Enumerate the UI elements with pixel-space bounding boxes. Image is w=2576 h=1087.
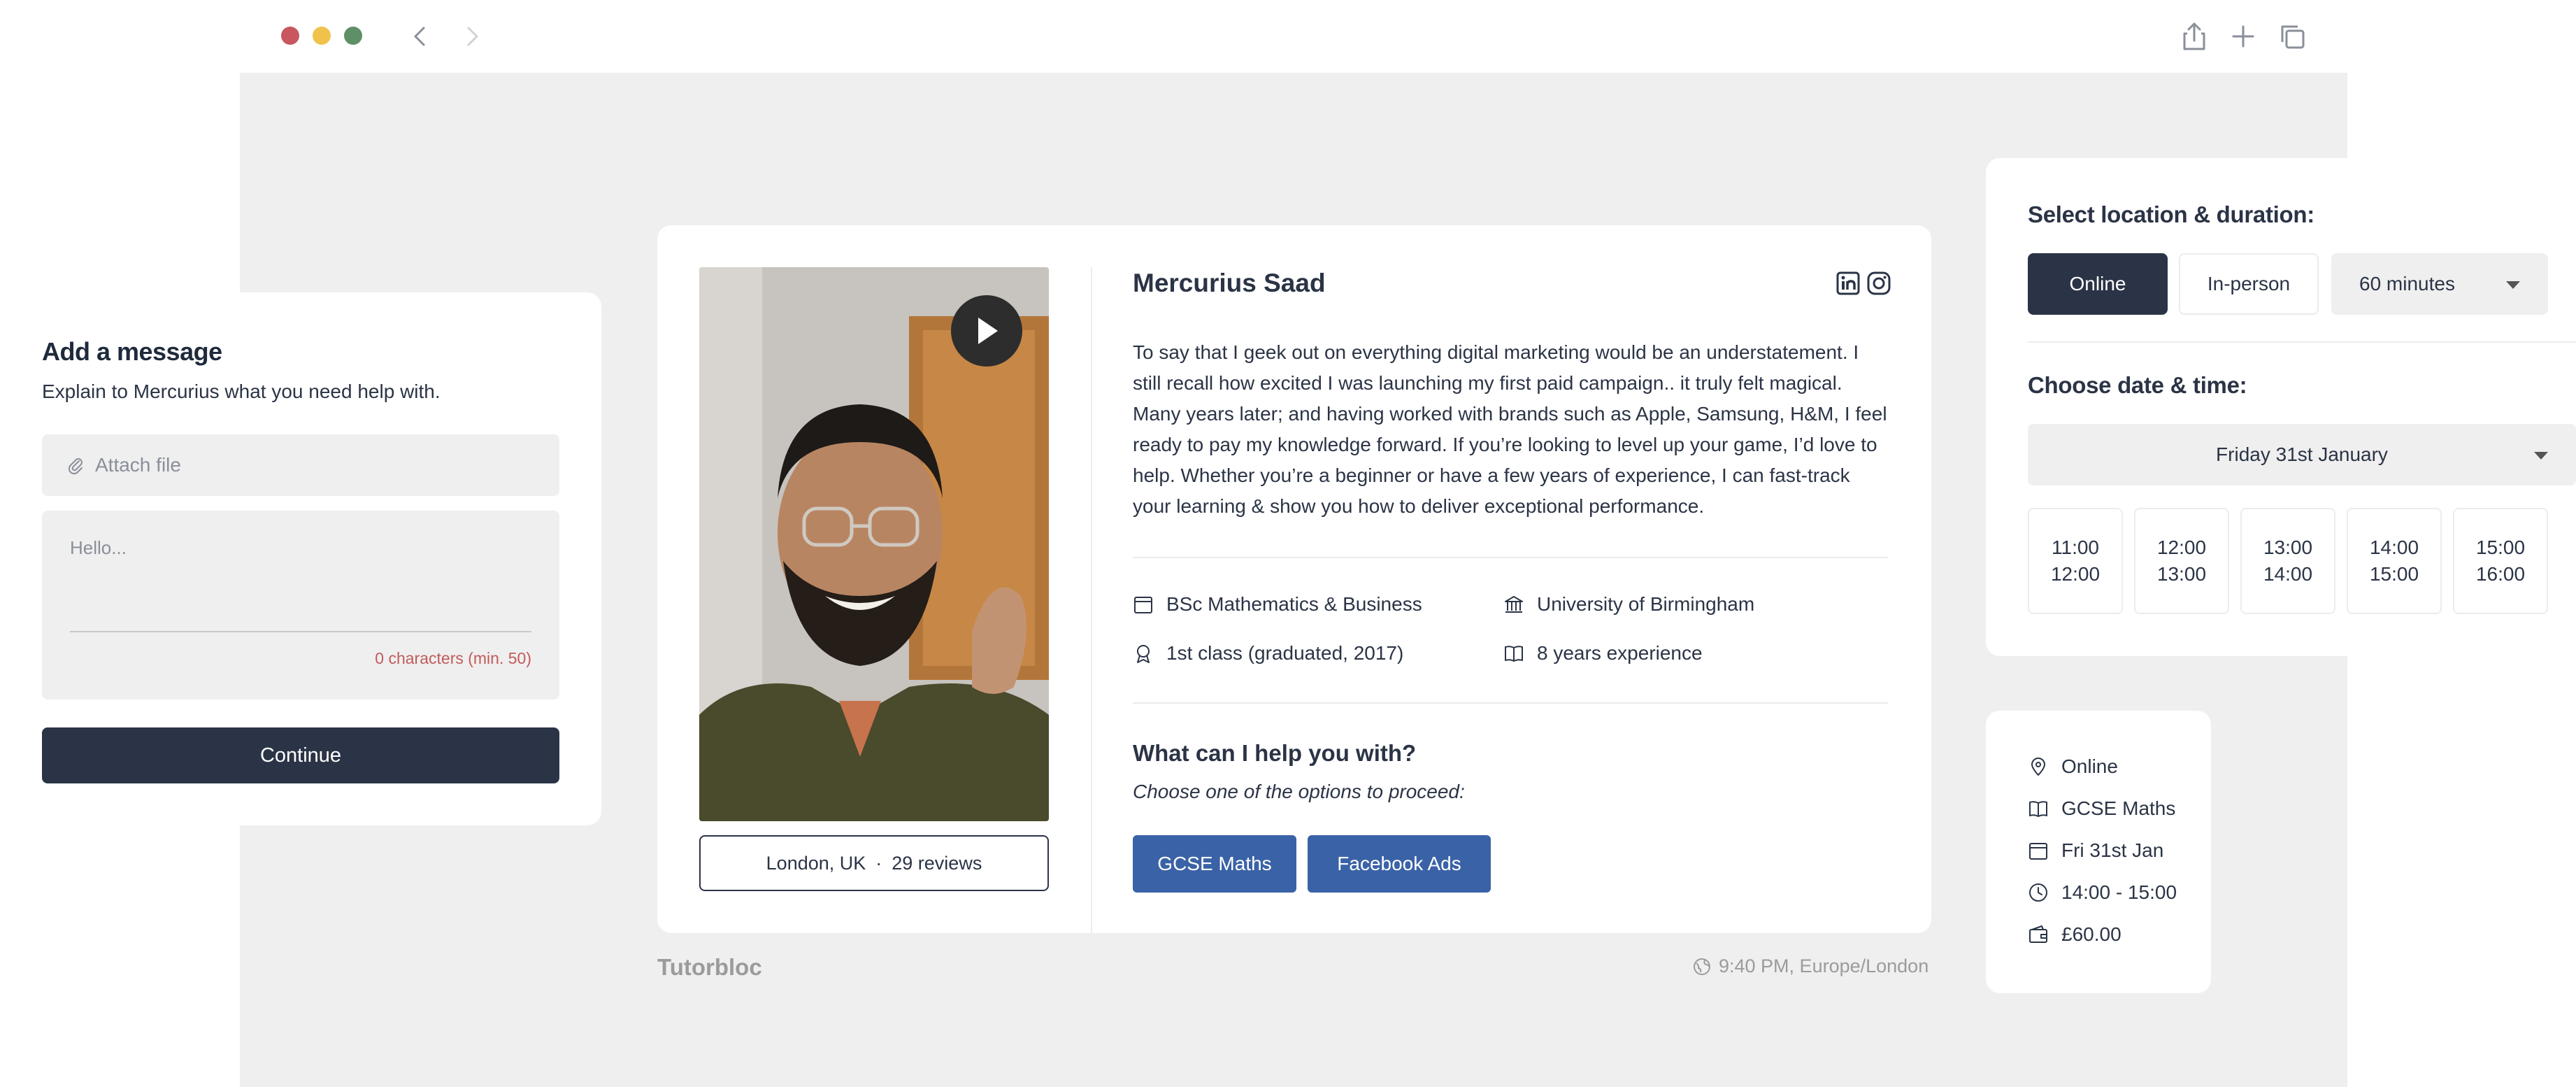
- tutor-bio: To say that I geek out on everything dig…: [1133, 341, 1887, 517]
- message-subtitle: Explain to Mercurius what you need help …: [42, 381, 441, 402]
- minimize-window-button[interactable]: [313, 27, 331, 45]
- time-slot[interactable]: 12:00 13:00: [2134, 508, 2229, 614]
- book-icon: [1503, 643, 1524, 664]
- location-inperson-button[interactable]: In-person: [2179, 253, 2319, 315]
- summary-price-label: £60.00: [2061, 923, 2121, 945]
- help-subtitle: Choose one of the options to proceed:: [1133, 781, 1465, 802]
- experience-fact: 8 years experience: [1503, 642, 1703, 665]
- time-slot[interactable]: 13:00 14:00: [2240, 508, 2335, 614]
- booking-summary: Online GCSE Maths Fri 31st Jan 14:00 - 1…: [1986, 711, 2211, 993]
- paperclip-icon: [67, 455, 95, 475]
- award-icon: [1133, 643, 1154, 664]
- time-slot[interactable]: 15:00 16:00: [2453, 508, 2548, 614]
- play-icon: [978, 318, 998, 344]
- slot-start: 14:00: [2369, 537, 2419, 558]
- option-facebook-ads-button[interactable]: Facebook Ads: [1308, 835, 1491, 893]
- maximize-window-button[interactable]: [344, 27, 362, 45]
- slot-end: 12:00: [2050, 563, 2101, 585]
- date-title: Choose date & time:: [2028, 372, 2247, 398]
- continue-button[interactable]: Continue: [42, 727, 559, 783]
- duplicate-icon[interactable]: [2277, 21, 2307, 52]
- location-pin-icon: [2028, 756, 2049, 777]
- grade-fact: 1st class (graduated, 2017): [1133, 642, 1403, 665]
- plus-icon[interactable]: [2228, 21, 2259, 52]
- tutor-profile-card: London, UK · 29 reviews Mercurius Saad T…: [657, 225, 1931, 933]
- location-online-button[interactable]: Online: [2028, 253, 2168, 315]
- summary-location-label: Online: [2061, 755, 2118, 777]
- slot-end: 15:00: [2369, 563, 2419, 585]
- message-textarea[interactable]: Hello... 0 characters (min. 50): [42, 511, 559, 699]
- brand-name: Tutorbloc: [657, 954, 762, 980]
- duration-select[interactable]: 60 minutes: [2331, 253, 2548, 315]
- university-icon: [1503, 594, 1524, 615]
- booking-divider: [2028, 341, 2576, 343]
- chevron-right-icon[interactable]: [459, 24, 484, 49]
- local-time: 9:40 PM, Europe/London: [1692, 955, 1929, 977]
- help-title: What can I help you with?: [1133, 740, 1417, 766]
- slot-end: 13:00: [2156, 563, 2207, 585]
- summary-time-label: 14:00 - 15:00: [2061, 881, 2177, 903]
- chevron-left-icon[interactable]: [408, 24, 434, 49]
- slot-end: 16:00: [2475, 563, 2526, 585]
- degree-fact: BSc Mathematics & Business: [1133, 593, 1422, 616]
- tutor-location: London, UK: [766, 852, 866, 874]
- local-time-label: 9:40 PM, Europe/London: [1719, 955, 1929, 976]
- chevron-down-icon: [2506, 281, 2520, 289]
- option-gcse-maths-button[interactable]: GCSE Maths: [1133, 835, 1296, 893]
- summary-price: £60.00: [2028, 923, 2121, 946]
- attach-file-label: Attach file: [95, 454, 181, 476]
- slot-start: 15:00: [2475, 537, 2526, 558]
- facts-divider: [1133, 702, 1888, 704]
- summary-date: Fri 31st Jan: [2028, 839, 2163, 862]
- message-placeholder: Hello...: [70, 537, 127, 558]
- character-count: 0 characters (min. 50): [375, 649, 531, 667]
- university-fact: University of Birmingham: [1503, 593, 1754, 616]
- summary-date-label: Fri 31st Jan: [2061, 839, 2164, 861]
- summary-subject-label: GCSE Maths: [2061, 797, 2176, 819]
- vertical-divider: [1091, 267, 1092, 933]
- globe-icon: [1692, 957, 1712, 976]
- slot-end: 14:00: [2263, 563, 2313, 585]
- close-window-button[interactable]: [281, 27, 299, 45]
- calendar-icon: [2028, 840, 2049, 861]
- separator-dot: ·: [875, 852, 882, 874]
- tutor-reviews: 29 reviews: [892, 852, 982, 874]
- slot-start: 11:00: [2052, 537, 2099, 558]
- clock-icon: [2028, 882, 2049, 903]
- location-reviews-pill[interactable]: London, UK · 29 reviews: [699, 835, 1049, 891]
- bio-divider: [1133, 557, 1888, 558]
- degree-label: BSc Mathematics & Business: [1166, 593, 1422, 615]
- date-select[interactable]: Friday 31st January: [2028, 424, 2576, 485]
- wallet-icon: [2028, 924, 2049, 945]
- university-label: University of Birmingham: [1537, 593, 1755, 615]
- slot-start: 13:00: [2263, 537, 2313, 558]
- textarea-underline: [70, 631, 531, 632]
- calendar-icon: [1133, 594, 1154, 615]
- instagram-icon[interactable]: [1867, 271, 1891, 295]
- time-slot[interactable]: 14:00 15:00: [2347, 508, 2442, 614]
- message-title: Add a message: [42, 337, 222, 366]
- summary-time: 14:00 - 15:00: [2028, 881, 2177, 904]
- intro-video[interactable]: [699, 267, 1049, 821]
- chevron-down-icon: [2534, 452, 2548, 460]
- message-panel: Add a message Explain to Mercurius what …: [0, 292, 601, 825]
- share-icon[interactable]: [2179, 21, 2210, 52]
- booking-panel: Select location & duration: Online In-pe…: [1986, 158, 2576, 656]
- duration-value: 60 minutes: [2359, 273, 2455, 294]
- grade-label: 1st class (graduated, 2017): [1166, 642, 1404, 664]
- linkedin-icon[interactable]: [1836, 271, 1860, 295]
- slot-start: 12:00: [2156, 537, 2207, 558]
- book-icon: [2028, 798, 2049, 819]
- location-title: Select location & duration:: [2028, 201, 2314, 227]
- attach-file-button[interactable]: Attach file: [42, 434, 559, 496]
- tutor-name: Mercurius Saad: [1133, 269, 1326, 297]
- summary-location: Online: [2028, 755, 2118, 778]
- date-value: Friday 31st January: [2216, 443, 2388, 465]
- summary-subject: GCSE Maths: [2028, 797, 2175, 820]
- play-button[interactable]: [951, 295, 1022, 367]
- experience-label: 8 years experience: [1537, 642, 1703, 664]
- time-slot[interactable]: 11:00 12:00: [2028, 508, 2123, 614]
